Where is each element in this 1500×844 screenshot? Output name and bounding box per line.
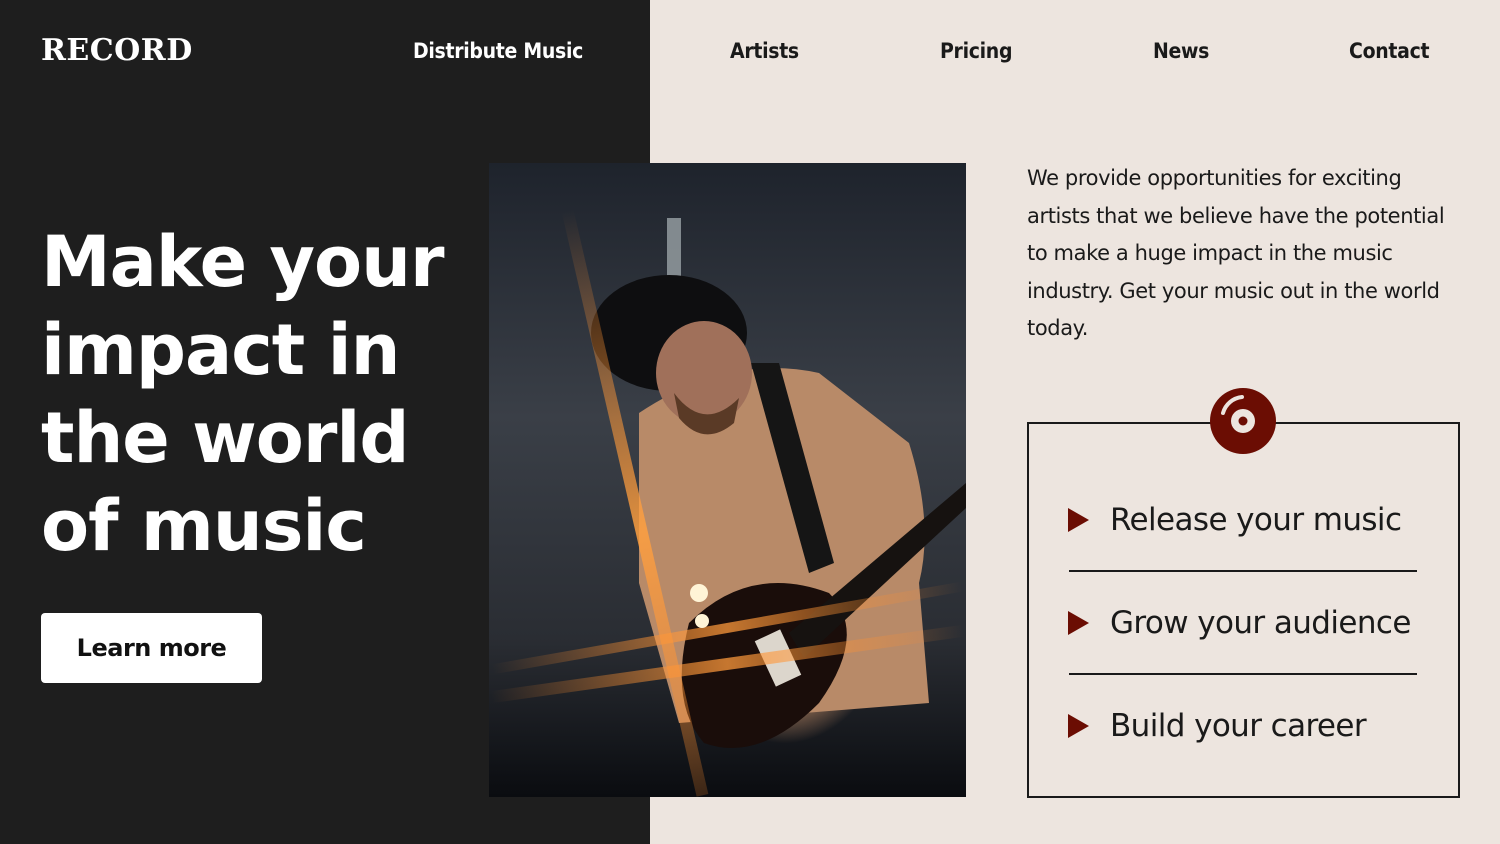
play-triangle-icon [1068, 508, 1089, 532]
feature-grow-audience[interactable]: Grow your audience [1068, 603, 1428, 643]
hero-headline: Make your impact in the world of music [41, 218, 461, 570]
feature-divider [1069, 570, 1417, 572]
headline-line: of music [41, 485, 367, 567]
photo-illustration [490, 209, 966, 797]
feature-label: Grow your audience [1110, 605, 1411, 641]
feature-build-career[interactable]: Build your career [1068, 706, 1428, 746]
nav-contact[interactable]: Contact [1349, 37, 1430, 65]
play-triangle-icon [1068, 714, 1089, 738]
feature-label: Release your music [1110, 502, 1402, 538]
feature-release-music[interactable]: Release your music [1068, 500, 1428, 540]
nav-news[interactable]: News [1153, 37, 1209, 65]
intro-paragraph: We provide opportunities for exciting ar… [1027, 166, 1445, 340]
face [656, 321, 752, 425]
brand-logo[interactable]: RECORD [41, 33, 193, 69]
flare-highlight [690, 584, 708, 602]
feature-label: Build your career [1110, 708, 1367, 744]
feature-divider [1069, 673, 1417, 675]
nav-pricing[interactable]: Pricing [940, 37, 1012, 65]
vinyl-disc-icon [1210, 388, 1276, 454]
nav-artists[interactable]: Artists [730, 37, 799, 65]
play-triangle-icon [1068, 611, 1089, 635]
nav-distribute-music[interactable]: Distribute Music [413, 37, 583, 65]
hero-photo [489, 163, 966, 797]
flare-highlight [695, 614, 709, 628]
headline-line: impact in [41, 309, 400, 391]
headline-line: the world [41, 397, 410, 479]
headline-line: Make your [41, 221, 445, 303]
learn-more-button[interactable]: Learn more [41, 613, 262, 683]
